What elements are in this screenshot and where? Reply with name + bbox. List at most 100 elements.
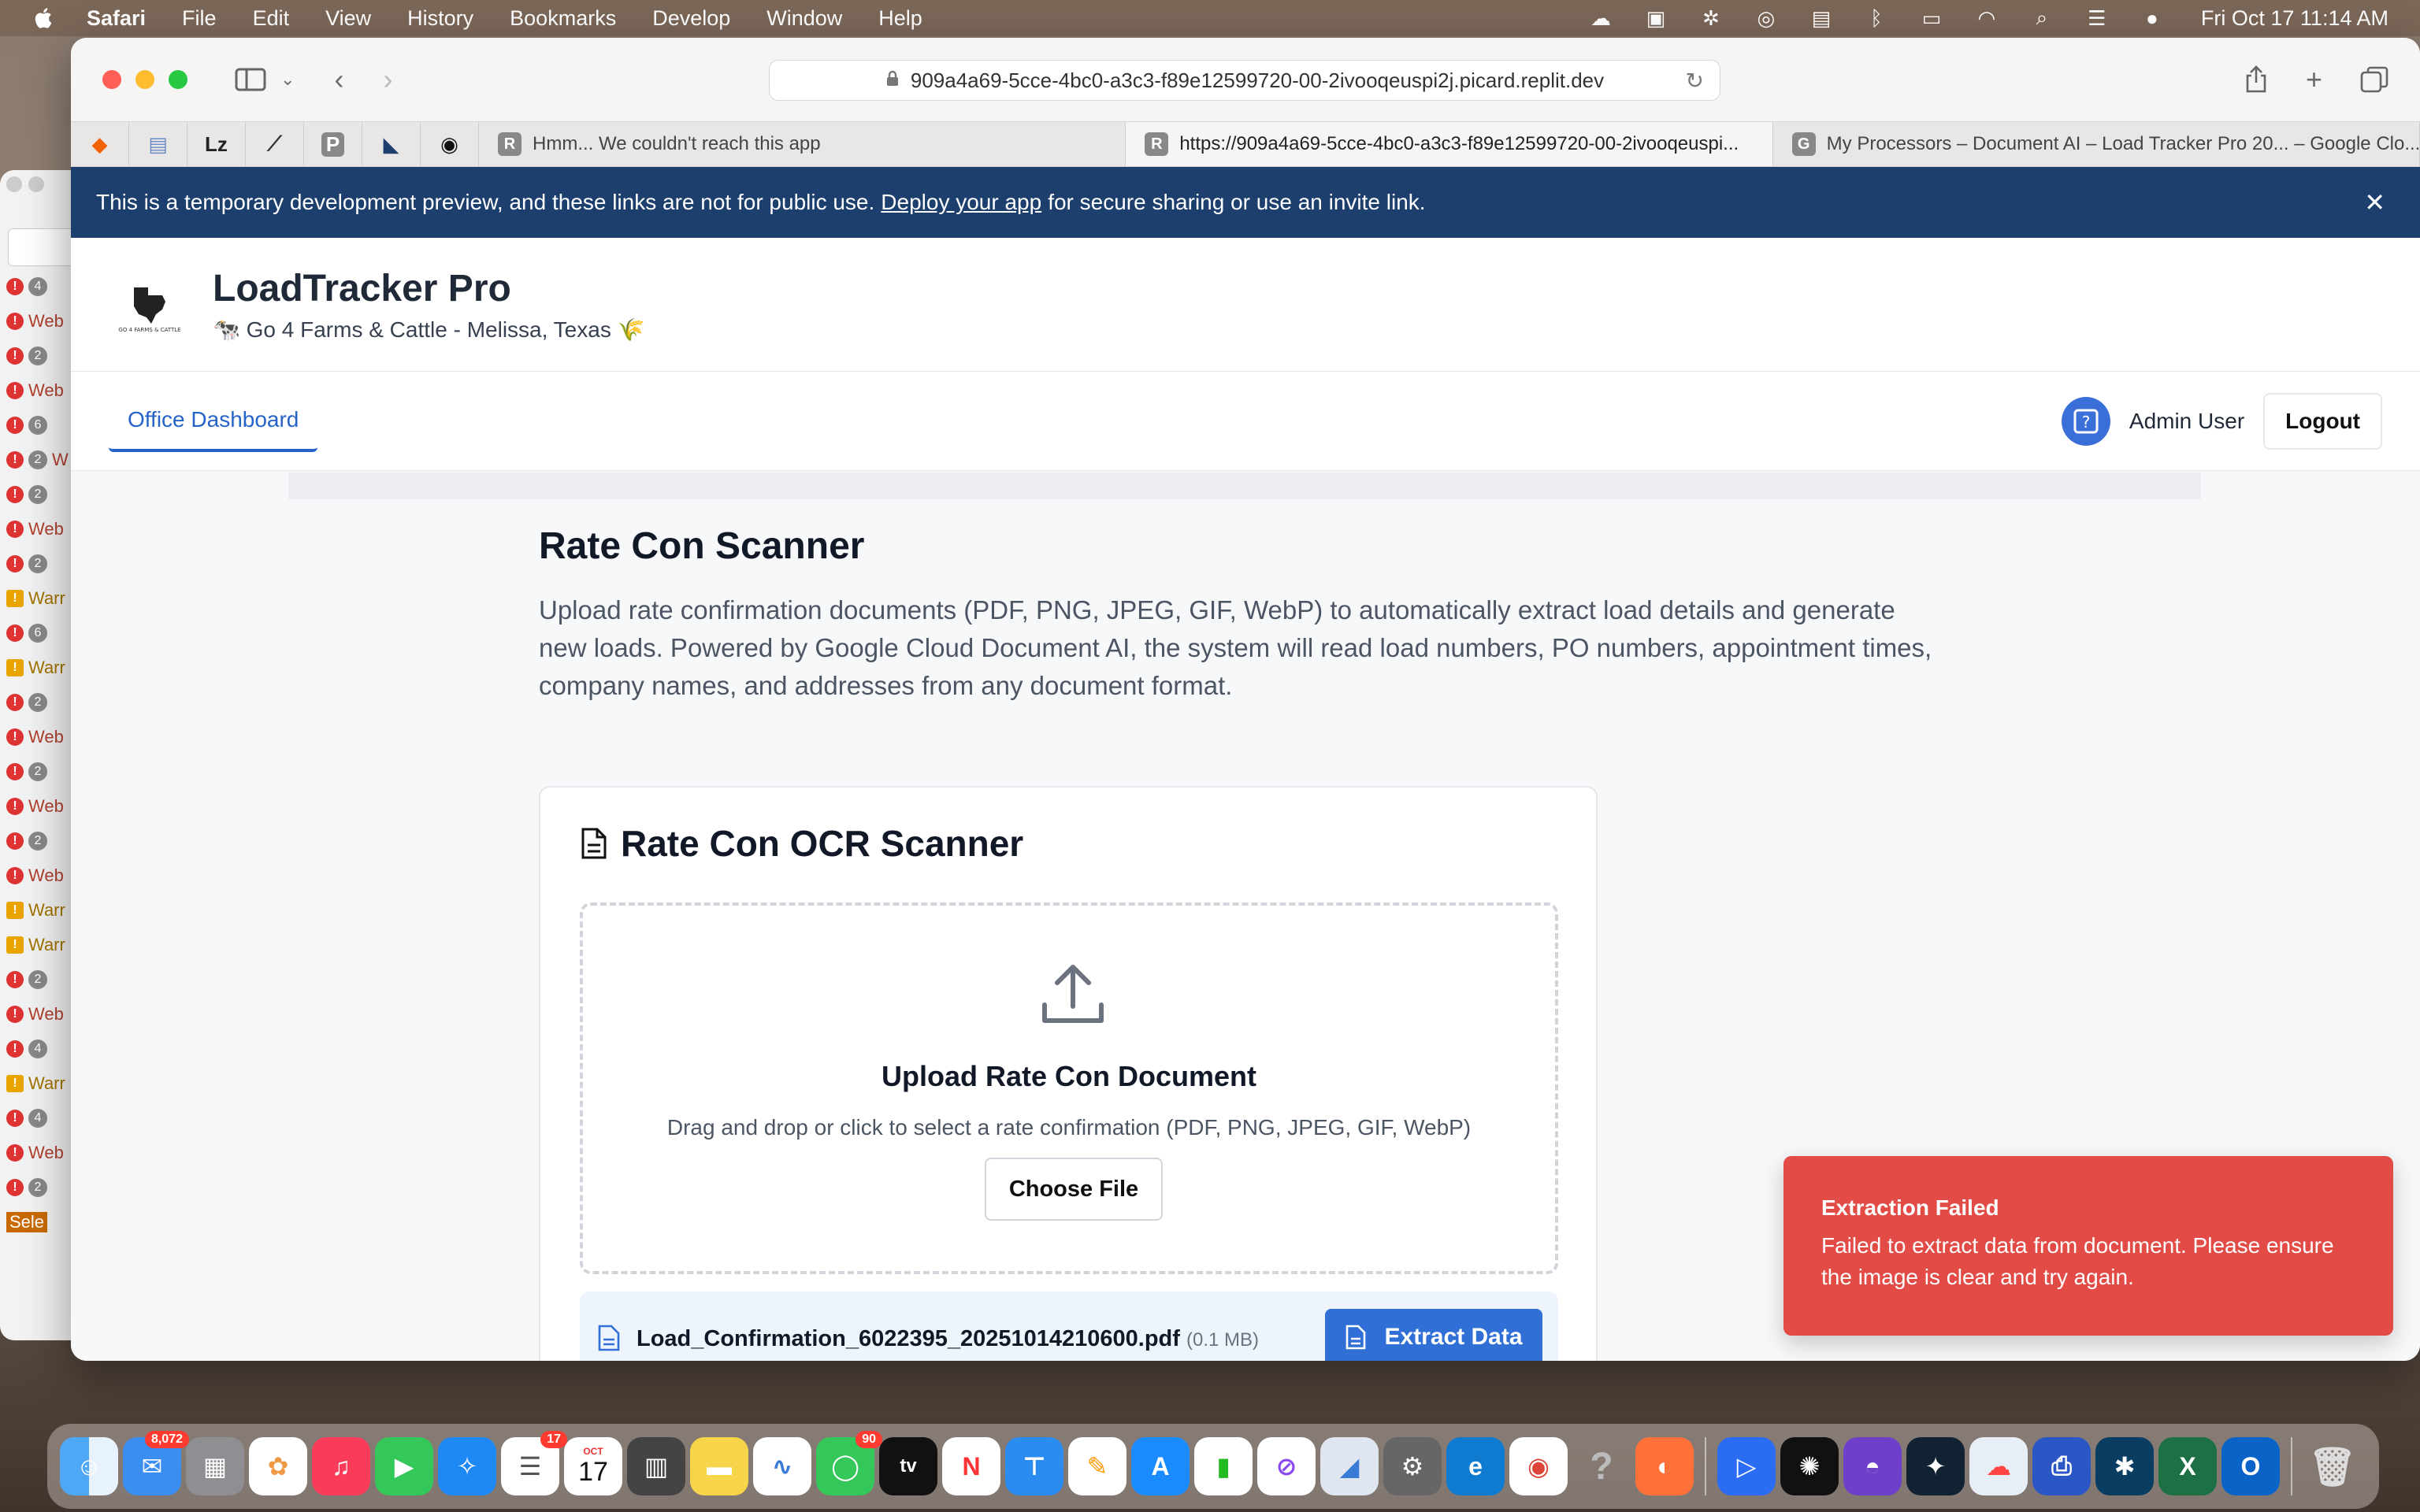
tab-overview-icon[interactable] — [2360, 66, 2388, 93]
chevron-down-icon[interactable]: ⌄ — [280, 69, 295, 90]
share-icon[interactable] — [2244, 65, 2268, 94]
tab-office-dashboard[interactable]: Office Dashboard — [109, 391, 318, 452]
pinned-tab-docs[interactable]: ▤ — [129, 122, 187, 166]
gear-status-icon[interactable]: ✲ — [1697, 6, 1725, 30]
logout-button[interactable]: Logout — [2263, 392, 2382, 450]
menu-history[interactable]: History — [407, 6, 473, 31]
link-app-icon[interactable]: ⊘ — [1257, 1437, 1316, 1495]
pinned-tab-tms[interactable]: ◣ — [362, 122, 421, 166]
menu-view[interactable]: View — [325, 6, 371, 31]
unknown-app-icon[interactable]: ? — [1572, 1437, 1631, 1495]
menu-develop[interactable]: Develop — [652, 6, 730, 31]
page-description: Upload rate confirmation documents (PDF,… — [539, 595, 1932, 700]
tab-document-ai[interactable]: G My Processors – Document AI – Load Tra… — [1773, 122, 2420, 166]
outlook-status-icon[interactable]: ▣ — [1642, 6, 1670, 30]
menu-help[interactable]: Help — [878, 6, 922, 31]
bluetooth-icon[interactable]: ᛒ — [1862, 6, 1891, 30]
tab-replit-error[interactable]: R Hmm... We couldn't reach this app — [479, 122, 1126, 166]
notes-icon[interactable]: ▬ — [690, 1437, 748, 1495]
pinned-tab-p[interactable]: P — [304, 122, 362, 166]
user-name: Admin User — [2129, 408, 2245, 433]
printer-icon[interactable]: ⎙ — [2032, 1437, 2091, 1495]
back-button[interactable]: ‹ — [334, 63, 343, 96]
deploy-app-link[interactable]: Deploy your app — [881, 190, 1041, 215]
repeat-count-badge: 2 — [28, 554, 47, 573]
facetime-icon[interactable]: ▶ — [375, 1437, 433, 1495]
siri-icon[interactable]: ● — [2138, 6, 2166, 30]
spotlight-search-icon[interactable]: ⌕ — [2028, 6, 2056, 30]
pinned-tab-lz[interactable]: Lz — [187, 122, 246, 166]
finder-icon[interactable]: ☺ — [60, 1437, 118, 1495]
minimize-window-button[interactable] — [135, 70, 154, 89]
menu-app-name[interactable]: Safari — [87, 6, 146, 31]
aperture-app-icon[interactable]: ✦ — [1906, 1437, 1965, 1495]
calendar-icon[interactable]: OCT 17 — [564, 1437, 622, 1495]
disk-utility-icon[interactable]: ◢ — [1320, 1437, 1379, 1495]
chatgpt-status-icon[interactable]: ◎ — [1752, 6, 1780, 30]
apple-menu-icon[interactable] — [32, 6, 57, 31]
address-bar[interactable]: 909a4a69-5cce-4bc0-a3c3-f89e12599720-00-… — [769, 60, 1720, 101]
trash-icon[interactable]: 🗑 — [2303, 1437, 2362, 1495]
numbers-icon[interactable]: ▮ — [1194, 1437, 1253, 1495]
zoom-window-button[interactable] — [169, 70, 187, 89]
extract-data-button[interactable]: Extract Data — [1325, 1309, 1542, 1361]
firefox-icon[interactable]: ◐ — [1635, 1437, 1694, 1495]
safari-icon[interactable]: ✧ — [438, 1437, 496, 1495]
brand: LoadTracker Pro 🐄 Go 4 Farms & Cattle - … — [213, 267, 644, 343]
user-avatar[interactable]: ? — [2061, 396, 2110, 446]
launchpad-icon[interactable]: ▦ — [186, 1437, 244, 1495]
perplexity-icon[interactable]: ✱ — [2095, 1437, 2154, 1495]
app-status-icon[interactable]: ▤ — [1807, 6, 1835, 30]
choose-file-button[interactable]: Choose File — [985, 1158, 1163, 1221]
apple-tv-icon[interactable]: tv — [879, 1437, 937, 1495]
battery-icon[interactable]: ▭ — [1917, 6, 1946, 30]
pinned-tab-replit[interactable]: ◆ — [71, 122, 129, 166]
edge-browser-icon[interactable]: e — [1446, 1437, 1505, 1495]
news-icon[interactable]: N — [942, 1437, 1000, 1495]
github-desktop-icon[interactable]: ◓ — [1843, 1437, 1902, 1495]
inspector-minimize-button[interactable] — [28, 176, 44, 192]
freeform-icon[interactable]: ∿ — [753, 1437, 811, 1495]
document-icon — [1346, 1325, 1366, 1350]
console-message-text: W — [52, 450, 69, 469]
vscode-remote-icon[interactable]: ▷ — [1717, 1437, 1776, 1495]
error-toast[interactable]: Extraction Failed Failed to extract data… — [1783, 1156, 2393, 1336]
reload-icon[interactable]: ↻ — [1686, 68, 1704, 94]
close-window-button[interactable] — [102, 70, 121, 89]
creative-cloud-icon[interactable]: ☁ — [1587, 6, 1615, 30]
app-store-icon[interactable]: A — [1131, 1437, 1190, 1495]
wifi-icon[interactable]: ◠ — [1973, 6, 2001, 30]
menu-bar-clock[interactable]: Fri Oct 17 11:14 AM — [2201, 6, 2388, 31]
tab-loadtracker[interactable]: R https://909a4a69-5cce-4bc0-a3c3-f89e12… — [1126, 122, 1773, 166]
pages-icon[interactable]: ✎ — [1068, 1437, 1126, 1495]
mail-icon[interactable]: ✉ 8,072 — [123, 1431, 189, 1495]
forward-button[interactable]: › — [383, 63, 392, 96]
close-icon[interactable]: ✕ — [2364, 187, 2385, 217]
new-tab-icon[interactable]: + — [2306, 63, 2322, 96]
reminders-icon[interactable]: ☰ 17 — [501, 1431, 567, 1495]
sidebar-toggle-icon[interactable] — [235, 67, 266, 92]
menu-window[interactable]: Window — [766, 6, 842, 31]
keynote-icon[interactable]: ⊤ — [1005, 1437, 1063, 1495]
menu-edit[interactable]: Edit — [253, 6, 290, 31]
system-settings-icon[interactable]: ⚙ — [1383, 1437, 1442, 1495]
messages-icon[interactable]: ◯ 90 — [816, 1431, 882, 1495]
error-icon: ! — [6, 832, 24, 850]
photos-icon[interactable]: ✿ — [249, 1437, 307, 1495]
pinned-tab-circle[interactable]: ◉ — [421, 122, 479, 166]
pinned-tab-route[interactable]: ⟋ — [246, 122, 304, 166]
repeat-count-badge: 2 — [28, 1178, 47, 1197]
menu-bookmarks[interactable]: Bookmarks — [510, 6, 616, 31]
outlook-icon[interactable]: O — [2221, 1437, 2280, 1495]
music-icon[interactable]: ♫ — [312, 1437, 370, 1495]
excel-icon[interactable]: X — [2158, 1437, 2217, 1495]
document-icon — [581, 828, 607, 859]
chatgpt-icon[interactable]: ✺ — [1780, 1437, 1839, 1495]
calculator-icon[interactable]: ▥ — [627, 1437, 685, 1495]
cloud-upload-icon[interactable]: ☁ — [1969, 1437, 2028, 1495]
control-center-icon[interactable]: ☰ — [2083, 6, 2111, 30]
chrome-icon[interactable]: ◉ — [1509, 1437, 1568, 1495]
upload-dropzone[interactable]: Upload Rate Con Document Drag and drop o… — [580, 902, 1558, 1274]
inspector-close-button[interactable] — [6, 176, 22, 192]
menu-file[interactable]: File — [182, 6, 217, 31]
